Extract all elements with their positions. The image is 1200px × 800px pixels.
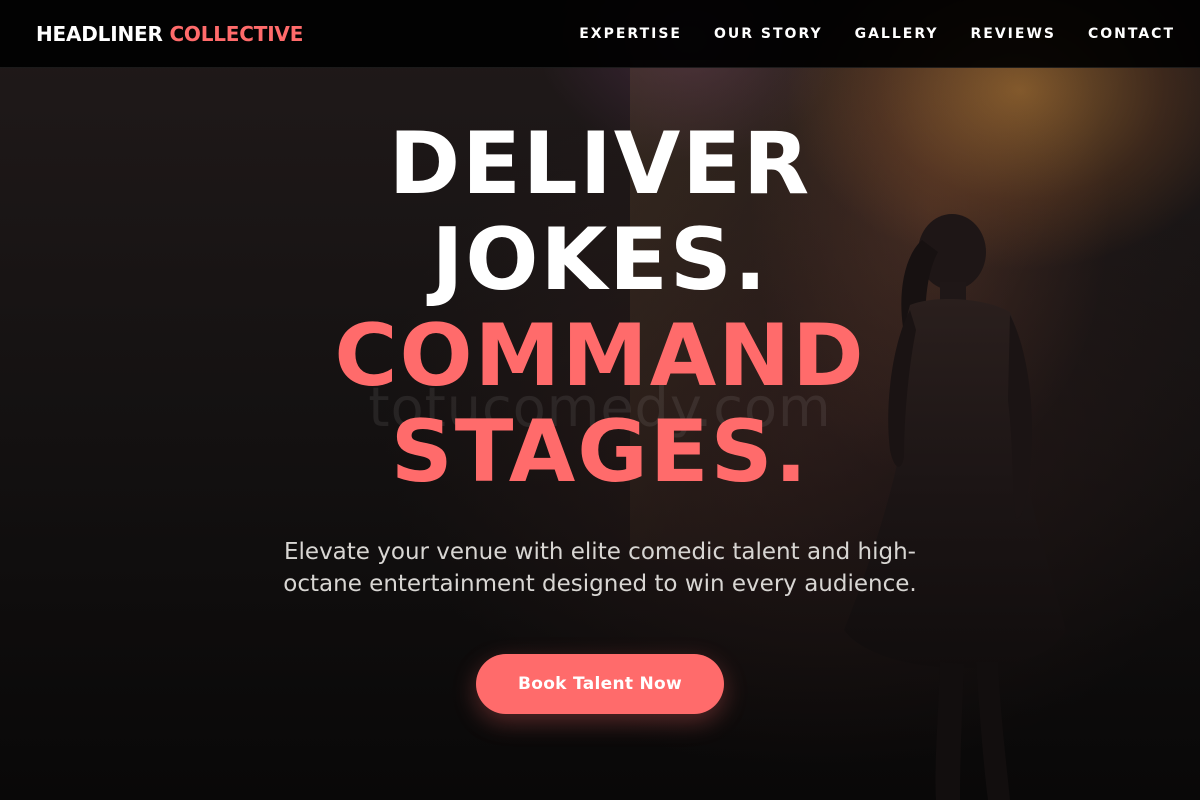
nav-link-our-story[interactable]: OUR STORY (714, 24, 823, 44)
nav-link-expertise[interactable]: EXPERTISE (579, 24, 682, 44)
headline-line-command: COMMAND (334, 306, 866, 406)
nav-link-contact[interactable]: CONTACT (1088, 24, 1175, 44)
book-talent-button[interactable]: Book Talent Now (476, 654, 724, 714)
headline-line-deliver: DELIVER (388, 114, 812, 214)
landing-page: HEADLINER COLLECTIVE EXPERTISE OUR STORY… (0, 0, 1200, 800)
brand-logo[interactable]: HEADLINER COLLECTIVE (36, 21, 303, 47)
headline-line-jokes: JOKES. (431, 210, 769, 310)
hero-section: DELIVER JOKES. COMMAND STAGES. Elevate y… (0, 116, 1200, 714)
hero-headline: DELIVER JOKES. COMMAND STAGES. (0, 116, 1200, 500)
nav-links: EXPERTISE OUR STORY GALLERY REVIEWS CONT… (579, 24, 1175, 44)
top-navbar: HEADLINER COLLECTIVE EXPERTISE OUR STORY… (0, 0, 1200, 68)
hero-subtitle: Elevate your venue with elite comedic ta… (283, 539, 917, 597)
nav-link-reviews[interactable]: REVIEWS (971, 24, 1056, 44)
brand-name-primary: HEADLINER (36, 22, 163, 46)
brand-name-accent: COLLECTIVE (169, 22, 304, 46)
headline-line-stages: STAGES. (390, 402, 810, 502)
nav-link-gallery[interactable]: GALLERY (855, 24, 939, 44)
